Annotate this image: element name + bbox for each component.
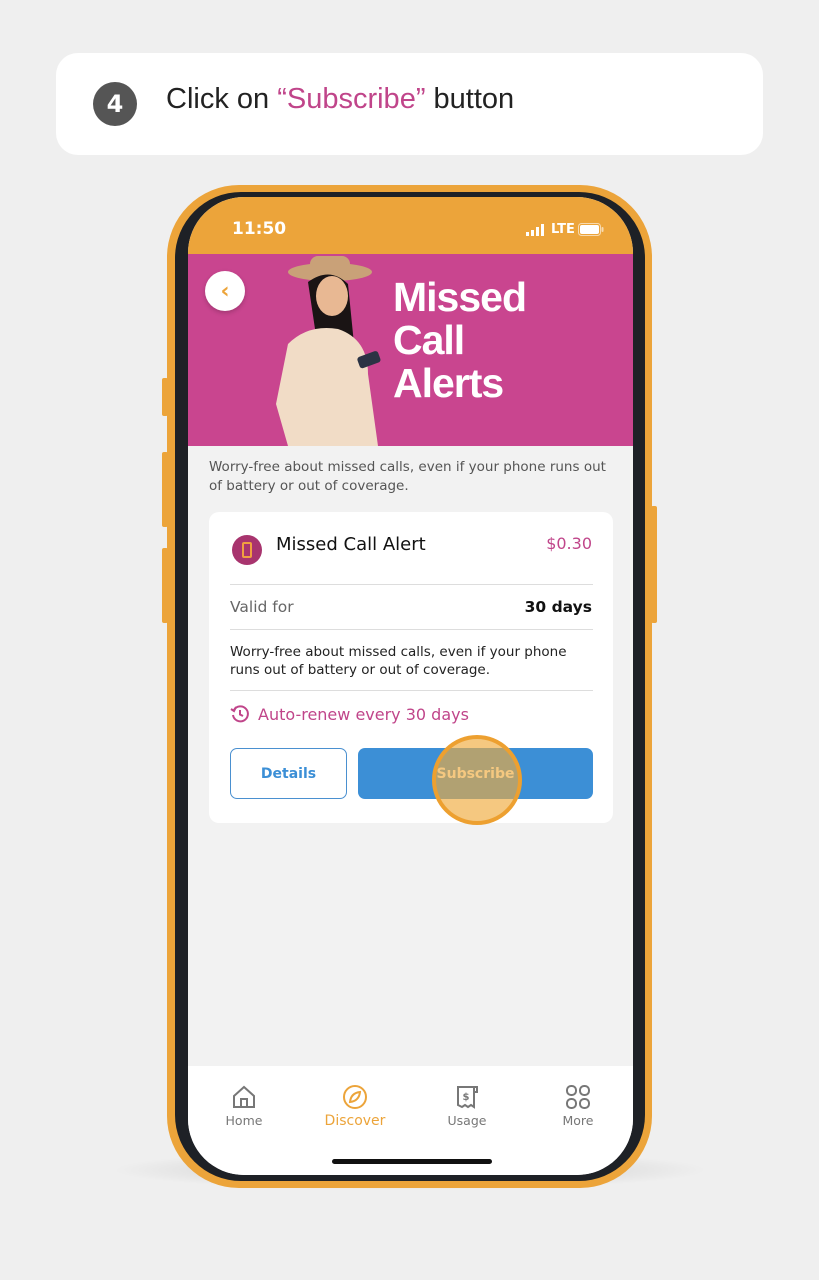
- tab-label: More: [562, 1113, 594, 1128]
- network-type: LTE: [551, 222, 575, 237]
- tab-discover[interactable]: Discover: [305, 1084, 405, 1129]
- tab-label: Discover: [324, 1113, 386, 1129]
- step-number-badge: 4: [93, 82, 137, 126]
- grid-icon: [566, 1085, 590, 1109]
- validity-value: 30 days: [524, 598, 592, 616]
- tab-label: Home: [225, 1113, 263, 1128]
- tab-more[interactable]: More: [528, 1084, 628, 1128]
- banner-title: Missed Call Alerts: [393, 274, 527, 406]
- svg-text:$: $: [463, 1092, 470, 1103]
- instruction-highlight: “Subscribe”: [277, 83, 426, 115]
- woman-photo: [276, 256, 381, 446]
- signal-icon: [526, 223, 544, 236]
- instruction-prefix: Click on: [166, 83, 278, 115]
- plan-description: Worry-free about missed calls, even if y…: [230, 644, 567, 678]
- home-icon: [233, 1085, 255, 1108]
- compass-icon: [343, 1085, 367, 1109]
- divider: [230, 584, 593, 585]
- chevron-left-icon: ‹: [220, 278, 230, 304]
- receipt-dollar-icon: $: [457, 1086, 478, 1109]
- promo-banner: ‹ Missed Call Alerts: [188, 254, 633, 446]
- instruction-text: Click on “Subscribe” button: [166, 83, 514, 116]
- plan-title: Missed Call Alert: [276, 534, 426, 555]
- instruction-card: 4 Click on “Subscribe” button: [56, 53, 763, 155]
- home-indicator[interactable]: [332, 1159, 492, 1164]
- missed-call-phone-icon: [232, 535, 262, 565]
- divider: [230, 629, 593, 630]
- divider: [230, 690, 593, 691]
- auto-renew-info: Auto-renew every 30 days: [230, 704, 469, 724]
- plan-card: Missed Call Alert $0.30 Valid for 30 day…: [209, 512, 613, 823]
- auto-renew-text: Auto-renew every 30 days: [258, 704, 469, 724]
- history-icon: [230, 705, 249, 723]
- details-button[interactable]: Details: [230, 748, 347, 799]
- tap-highlight-indicator: [432, 735, 522, 825]
- phone-screen: 11:50 LTE ‹ Missed Call Alerts Worry-fre…: [188, 197, 633, 1175]
- back-button[interactable]: ‹: [205, 271, 245, 311]
- service-description: Worry-free about missed calls, even if y…: [209, 459, 606, 494]
- tab-usage[interactable]: $ Usage: [417, 1084, 517, 1128]
- battery-icon: [577, 223, 604, 236]
- instruction-suffix: button: [425, 83, 515, 115]
- validity-label: Valid for: [230, 598, 294, 616]
- status-indicators: LTE: [526, 222, 604, 237]
- status-bar: 11:50 LTE: [188, 197, 633, 254]
- tab-home[interactable]: Home: [194, 1084, 294, 1128]
- status-time: 11:50: [232, 219, 287, 239]
- plan-price: $0.30: [546, 534, 592, 553]
- tab-label: Usage: [447, 1113, 487, 1128]
